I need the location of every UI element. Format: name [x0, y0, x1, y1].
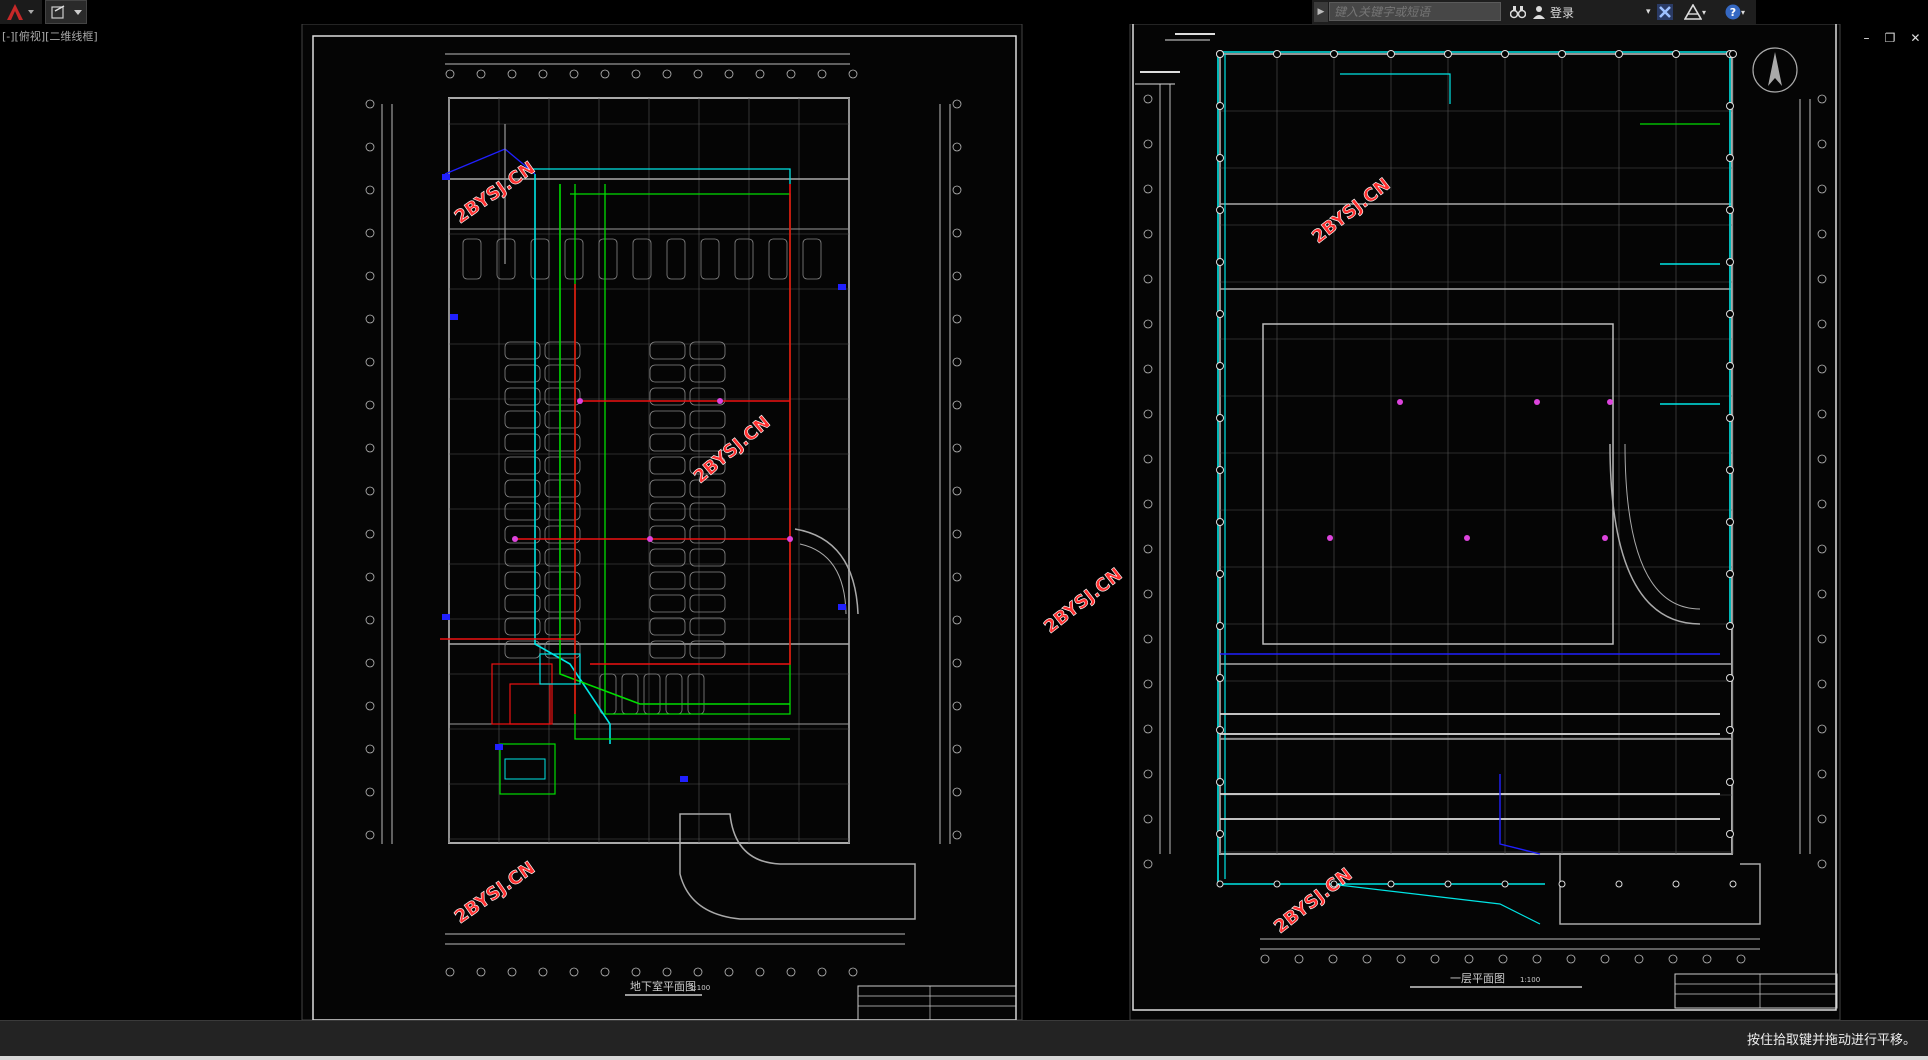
quick-access-toolbar[interactable] [45, 0, 87, 24]
application-menu-button[interactable] [0, 0, 42, 24]
bottom-strip [0, 1056, 1928, 1060]
left-sheet-paper [301, 23, 1023, 1021]
exchange-x-icon [1657, 4, 1673, 20]
help-button[interactable]: ? ▾ [1718, 2, 1752, 22]
user-icon [1533, 6, 1545, 19]
chevron-down-icon: ▾ [1701, 7, 1706, 17]
chevron-down-icon: ▾ [1740, 7, 1745, 17]
search-expand-button[interactable]: ▶ [1314, 2, 1328, 22]
status-bar: 按住拾取键并拖动进行平移。 [0, 1020, 1928, 1057]
restore-icon[interactable]: ❐ [1885, 31, 1896, 45]
watermark-text: 2BYSJ.CN [1040, 564, 1126, 638]
right-drawing-scale: 1:100 [1520, 976, 1540, 984]
drawing-window-controls: – ❐ ✕ [1856, 30, 1928, 46]
login-button[interactable]: 登录 ▾ [1532, 2, 1652, 22]
left-drawing-scale: 1:100 [690, 984, 710, 992]
chevron-down-icon: ▾ [1646, 7, 1651, 17]
login-label: 登录 [1550, 5, 1575, 20]
exchange-apps-button[interactable] [1654, 2, 1676, 22]
drawing-canvas[interactable]: 地下室平面图 1:100 一层平面图 1:100 2BYSJ.CN 2BYSJ.… [0, 19, 1928, 1021]
search-input[interactable] [1329, 2, 1501, 21]
document-edit-icon[interactable] [50, 4, 66, 20]
svg-text:?: ? [1730, 6, 1736, 19]
viewport-label[interactable]: [-][俯视][二维线框] [2, 28, 98, 44]
cad-drawing[interactable]: 地下室平面图 1:100 一层平面图 1:100 2BYSJ.CN2BYSJ.C… [0, 19, 1928, 1021]
close-icon[interactable]: ✕ [1910, 31, 1920, 45]
autocad-logo-icon [7, 4, 34, 20]
minimize-icon[interactable]: – [1864, 31, 1870, 45]
left-drawing-title: 地下室平面图 [630, 979, 696, 993]
a360-icon [1683, 4, 1702, 20]
dropdown-arrow-icon[interactable] [73, 7, 83, 17]
binoculars-icon [1510, 6, 1526, 19]
binoculars-search-button[interactable] [1508, 2, 1528, 22]
status-message: 按住拾取键并拖动进行平移。 [1746, 1033, 1916, 1048]
help-icon: ? [1725, 4, 1741, 20]
right-drawing-title: 一层平面图 [1450, 972, 1505, 985]
autodesk-360-button[interactable]: ▾ [1680, 2, 1710, 22]
title-bar: ▶ 登录 ▾ ▾ ? ▾ [0, 0, 1928, 24]
